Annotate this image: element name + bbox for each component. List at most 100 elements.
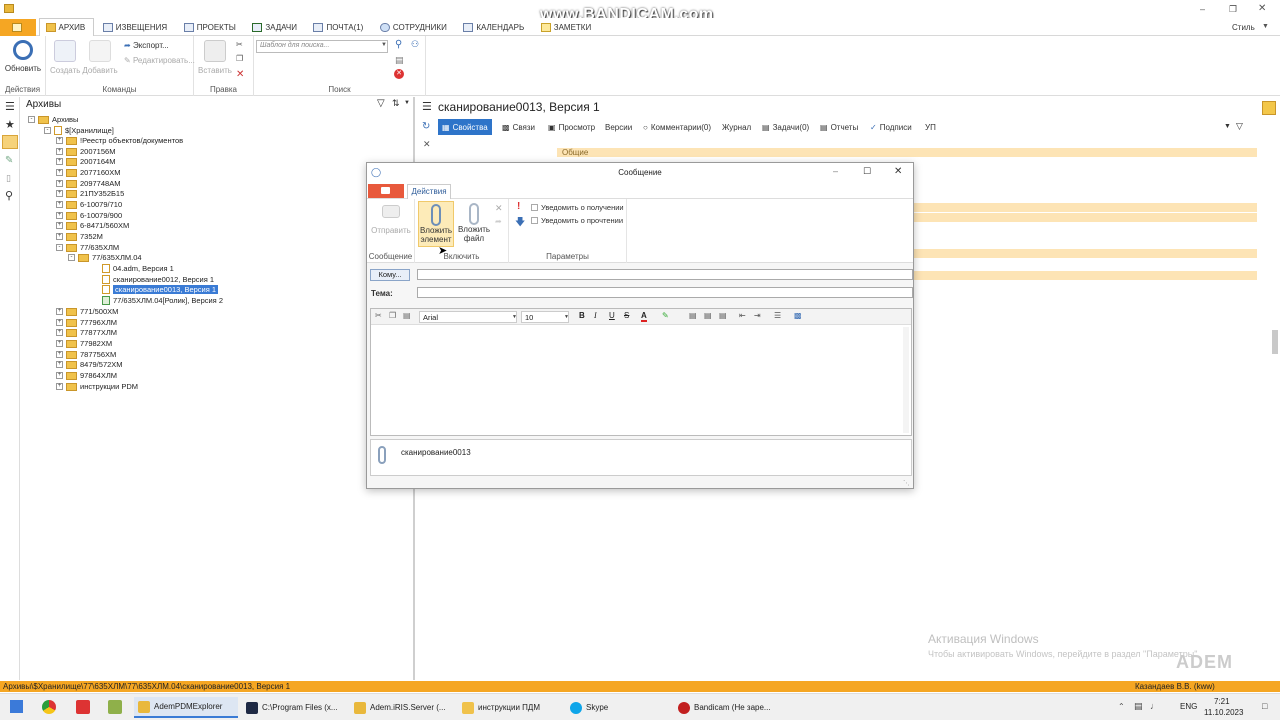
tab-calendar[interactable]: КАЛЕНДАРЬ: [457, 19, 532, 37]
collapse-icon[interactable]: -: [28, 116, 35, 123]
expand-icon[interactable]: +: [56, 372, 63, 379]
taskbar-item-folder[interactable]: инструкции ПДМ: [458, 697, 562, 718]
expand-icon[interactable]: +: [56, 212, 63, 219]
dialog-maximize-icon[interactable]: ☐: [863, 166, 871, 177]
style-menu[interactable]: Стиль: [1232, 23, 1255, 32]
tree-node[interactable]: +2007164М: [56, 157, 115, 166]
add-button[interactable]: Добавить: [82, 40, 118, 75]
expand-icon[interactable]: +: [56, 201, 63, 208]
expand-icon[interactable]: +: [56, 319, 63, 326]
tab-tasks[interactable]: ЗАДАЧИ: [246, 19, 305, 37]
zoom-search-icon[interactable]: ⚲: [5, 189, 13, 202]
tab-signatures[interactable]: ✓ Подписи: [870, 119, 912, 135]
tab-up[interactable]: УП: [925, 119, 936, 135]
collapse-icon[interactable]: -: [56, 244, 63, 251]
tree-node[interactable]: +2077160ХМ: [56, 168, 120, 177]
search-input[interactable]: Шаблон для поиска...: [256, 40, 388, 53]
tab-comments[interactable]: ○ Комментарии(0): [643, 119, 711, 135]
subject-field[interactable]: [417, 287, 913, 298]
minimize-icon[interactable]: –: [1200, 4, 1205, 14]
expand-icon[interactable]: +: [56, 137, 63, 144]
tab-employees[interactable]: СОТРУДНИКИ: [374, 19, 455, 37]
low-importance-icon[interactable]: 🡇: [515, 215, 525, 232]
to-button[interactable]: Кому...: [370, 269, 410, 281]
search-dropdown-icon[interactable]: ▼: [381, 42, 387, 48]
dialog-close-icon[interactable]: ✕: [894, 166, 902, 177]
underline-icon[interactable]: U: [609, 311, 615, 320]
tree-node[interactable]: сканирование0012, Версия 1: [102, 275, 214, 284]
tabs-dropdown-icon[interactable]: ▼: [1224, 123, 1231, 130]
tree-node[interactable]: 77/635ХЛМ.04[Ролик], Версия 2: [102, 296, 223, 305]
collapse-icon[interactable]: -: [44, 127, 51, 134]
paste-button[interactable]: Вставить: [198, 40, 232, 75]
tree-node[interactable]: +771/500ХМ: [56, 307, 118, 316]
tree-view-icon[interactable]: [2, 135, 18, 149]
language-indicator[interactable]: ENG: [1180, 702, 1197, 711]
close-document-icon[interactable]: ✕: [423, 139, 431, 150]
taskbar-item-adempdm[interactable]: AdemPDMExplorer: [134, 697, 238, 718]
tree-node[interactable]: +7352М: [56, 232, 103, 241]
italic-icon[interactable]: I: [594, 311, 597, 320]
font-dropdown-icon[interactable]: ▼: [512, 314, 517, 320]
cut-icon[interactable]: ✂: [375, 311, 382, 320]
menu-icon[interactable]: ☰: [5, 100, 15, 113]
font-color-icon[interactable]: A: [641, 311, 647, 322]
search-options-icon[interactable]: ▤: [395, 55, 404, 66]
expand-icon[interactable]: +: [56, 158, 63, 165]
tab-preview[interactable]: ▣ Просмотр: [548, 119, 595, 135]
undo-icon[interactable]: ➦: [495, 217, 502, 226]
notify-read-checkbox[interactable]: Уведомить о прочтении: [531, 216, 623, 225]
paste-icon[interactable]: ▤: [403, 311, 411, 320]
tree-node[interactable]: +77982ХМ: [56, 339, 112, 348]
tab-actions[interactable]: Действия: [407, 184, 451, 199]
restore-icon[interactable]: ❐: [1229, 4, 1237, 15]
dialog-minimize-icon[interactable]: –: [833, 166, 838, 176]
stop-search-icon[interactable]: ✕: [394, 69, 404, 79]
remove-attachment-icon[interactable]: ✕: [495, 203, 503, 214]
notes-side-icon[interactable]: [1262, 101, 1276, 115]
expand-icon[interactable]: +: [56, 308, 63, 315]
message-editor[interactable]: ✂ ❐ ▤ Arial ▼ 10 ▼ B I U S A ✎ ▤ ▤ ▤ ⇤ ⇥…: [370, 308, 912, 436]
tab-notices[interactable]: ИЗВЕЩЕНИЯ: [97, 19, 175, 37]
dialog-file-button[interactable]: [368, 184, 404, 198]
collapse-icon[interactable]: -: [68, 254, 75, 261]
tray-chevron-icon[interactable]: ⌃: [1118, 702, 1125, 711]
tree-node[interactable]: +21ПУ352Б15: [56, 189, 124, 198]
tree-node[interactable]: + !Реестр объектов/документов: [56, 136, 183, 145]
tree-node[interactable]: +77796ХЛМ: [56, 318, 117, 327]
strikethrough-icon[interactable]: S: [624, 311, 629, 320]
chrome-icon[interactable]: [42, 700, 56, 714]
tab-properties[interactable]: ▦ Свойства: [438, 119, 492, 135]
tree-node[interactable]: +6-10079/710: [56, 200, 122, 209]
tab-notes[interactable]: ЗАМЕТКИ: [535, 19, 599, 37]
app-tile-icon[interactable]: [108, 700, 122, 714]
tree-node[interactable]: 04.adm, Версия 1: [102, 264, 174, 273]
tab-archive[interactable]: АРХИВ: [38, 18, 95, 36]
panel-dropdown-icon[interactable]: ▼: [404, 100, 410, 106]
tab-versions[interactable]: Версии: [605, 119, 632, 135]
file-menu-button[interactable]: [0, 18, 36, 37]
bold-icon[interactable]: B: [579, 311, 585, 320]
tree-node[interactable]: +2097748АМ: [56, 179, 120, 188]
attachment-item[interactable]: сканирование0013: [401, 448, 471, 457]
edit-tools-icon[interactable]: ✎: [5, 155, 13, 166]
refresh-icon[interactable]: ↻: [422, 121, 430, 132]
style-dropdown-icon[interactable]: ▼: [1262, 23, 1269, 30]
tree-node-selected[interactable]: сканирование0013, Версия 1: [102, 285, 219, 294]
refresh-button[interactable]: Обновить: [4, 40, 42, 73]
tab-journal[interactable]: Журнал: [722, 119, 751, 135]
view-options-icon[interactable]: ▽: [1236, 121, 1243, 132]
tree-node[interactable]: -77/635ХЛМ: [56, 243, 119, 252]
expand-icon[interactable]: +: [56, 340, 63, 347]
taskbar-item-skype[interactable]: Skype: [566, 697, 670, 718]
tree-node[interactable]: +787756ХМ: [56, 350, 116, 359]
tree-node[interactable]: -77/635ХЛМ.04: [68, 253, 142, 262]
expand-icon[interactable]: +: [56, 180, 63, 187]
favorites-star-icon[interactable]: ★: [5, 118, 15, 131]
attach-item-button[interactable]: Вложить элемент: [418, 201, 454, 247]
network-icon[interactable]: ▤: [1134, 701, 1143, 712]
copy-icon[interactable]: ❐: [389, 311, 396, 320]
to-field[interactable]: [417, 269, 913, 280]
highlight-icon[interactable]: ✎: [662, 311, 669, 320]
right-scrollbar-thumb[interactable]: [1272, 330, 1278, 354]
